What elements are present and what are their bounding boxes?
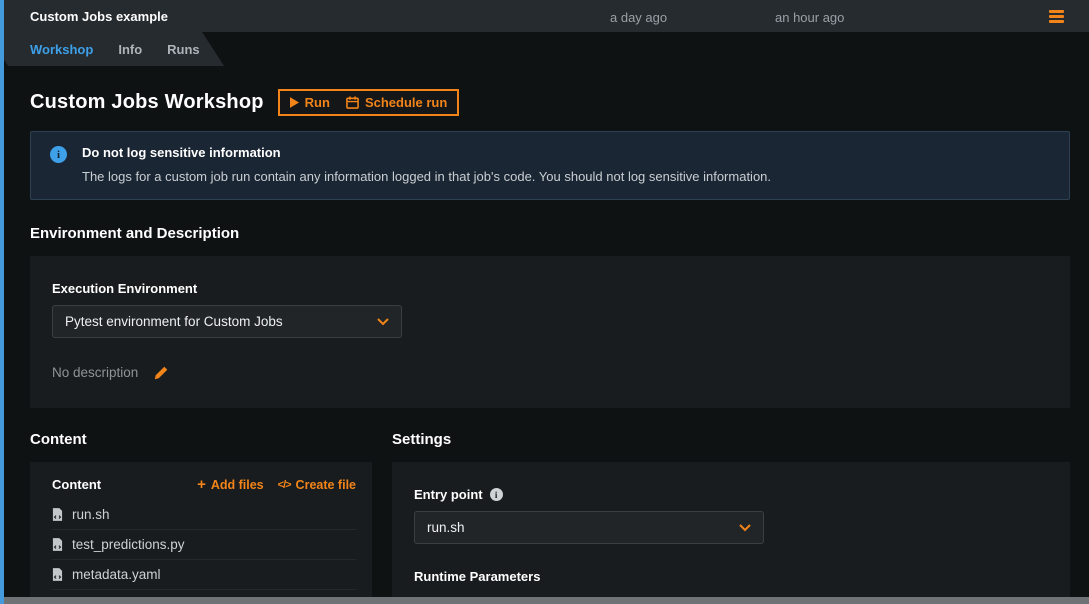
top-bar: Custom Jobs example a day ago an hour ag…: [4, 0, 1089, 32]
environment-panel: Execution Environment Pytest environment…: [30, 256, 1070, 408]
last-run-timestamp: an hour ago: [775, 10, 844, 25]
execution-environment-select[interactable]: Pytest environment for Custom Jobs: [52, 305, 402, 338]
play-icon: [290, 97, 299, 108]
tab-bar: Workshop Info Runs: [30, 32, 200, 66]
description-placeholder: No description: [52, 365, 138, 380]
chevron-down-icon: [377, 318, 389, 326]
settings-panel: Entry point i run.sh Runtime Parameters: [392, 462, 1070, 604]
plus-icon: +: [197, 477, 206, 492]
file-row[interactable]: metadata.yaml: [52, 560, 356, 590]
create-file-button[interactable]: </> Create file: [278, 478, 356, 492]
file-icon: [52, 508, 63, 521]
content-actions: + Add files </> Create file: [197, 477, 356, 492]
code-icon: </>: [278, 479, 291, 491]
file-name: test_predictions.py: [72, 537, 185, 552]
file-name: run.sh: [72, 507, 110, 522]
info-banner-body: The logs for a custom job run contain an…: [82, 169, 771, 184]
run-button[interactable]: Run: [282, 92, 338, 113]
schedule-run-button-label: Schedule run: [365, 95, 447, 110]
entry-point-select[interactable]: run.sh: [414, 511, 764, 544]
settings-column: Settings Entry point i run.sh Runtime Pa…: [392, 431, 1070, 604]
environment-section-heading: Environment and Description: [30, 225, 1070, 242]
tab-workshop[interactable]: Workshop: [30, 42, 93, 57]
info-icon: i: [50, 146, 67, 163]
schedule-run-button[interactable]: Schedule run: [338, 92, 455, 113]
info-banner-title: Do not log sensitive information: [82, 145, 771, 160]
execution-environment-value: Pytest environment for Custom Jobs: [65, 314, 283, 329]
entry-point-label-row: Entry point i: [414, 487, 1048, 502]
settings-section-heading: Settings: [392, 431, 1070, 448]
columns: Content Content + Add files </> Create f…: [30, 431, 1070, 604]
file-icon: [52, 538, 63, 551]
page-title: Custom Jobs Workshop: [30, 91, 264, 114]
run-button-label: Run: [305, 95, 330, 110]
calendar-icon: [346, 96, 359, 109]
file-icon: [52, 568, 63, 581]
content-column: Content Content + Add files </> Create f…: [30, 431, 372, 604]
entry-point-info-icon[interactable]: i: [490, 488, 503, 501]
updated-timestamp: a day ago: [610, 10, 667, 25]
file-row[interactable]: test_predictions.py: [52, 530, 356, 560]
execution-environment-label: Execution Environment: [52, 281, 1048, 296]
file-row[interactable]: run.sh: [52, 500, 356, 530]
main-content: Custom Jobs Workshop Run Schedule run i …: [4, 66, 1089, 604]
content-panel-header: Content + Add files </> Create file: [52, 477, 356, 492]
entry-point-label: Entry point: [414, 487, 483, 502]
job-title: Custom Jobs example: [30, 9, 168, 24]
page-header: Custom Jobs Workshop Run Schedule run: [30, 89, 1070, 116]
info-banner-text: Do not log sensitive information The log…: [82, 145, 771, 184]
tab-runs[interactable]: Runs: [167, 42, 200, 57]
run-actions-group: Run Schedule run: [278, 89, 460, 116]
info-banner: i Do not log sensitive information The l…: [30, 131, 1070, 200]
runtime-parameters-heading: Runtime Parameters: [414, 569, 1048, 584]
menu-icon[interactable]: [1049, 10, 1064, 23]
edit-description-icon[interactable]: [154, 366, 168, 380]
horizontal-scrollbar[interactable]: [4, 597, 1089, 604]
window-edge-accent: [0, 0, 4, 604]
file-name: metadata.yaml: [72, 567, 161, 582]
content-panel-title: Content: [52, 477, 101, 492]
description-row: No description: [52, 365, 1048, 380]
create-file-label: Create file: [296, 478, 356, 492]
tab-info[interactable]: Info: [118, 42, 142, 57]
file-list: run.sh test_predictions.py metadata.yaml: [52, 500, 356, 590]
content-section-heading: Content: [30, 431, 372, 448]
content-panel: Content + Add files </> Create file: [30, 462, 372, 599]
chevron-down-icon: [739, 524, 751, 532]
entry-point-value: run.sh: [427, 520, 465, 535]
add-files-label: Add files: [211, 478, 264, 492]
add-files-button[interactable]: + Add files: [197, 477, 264, 492]
